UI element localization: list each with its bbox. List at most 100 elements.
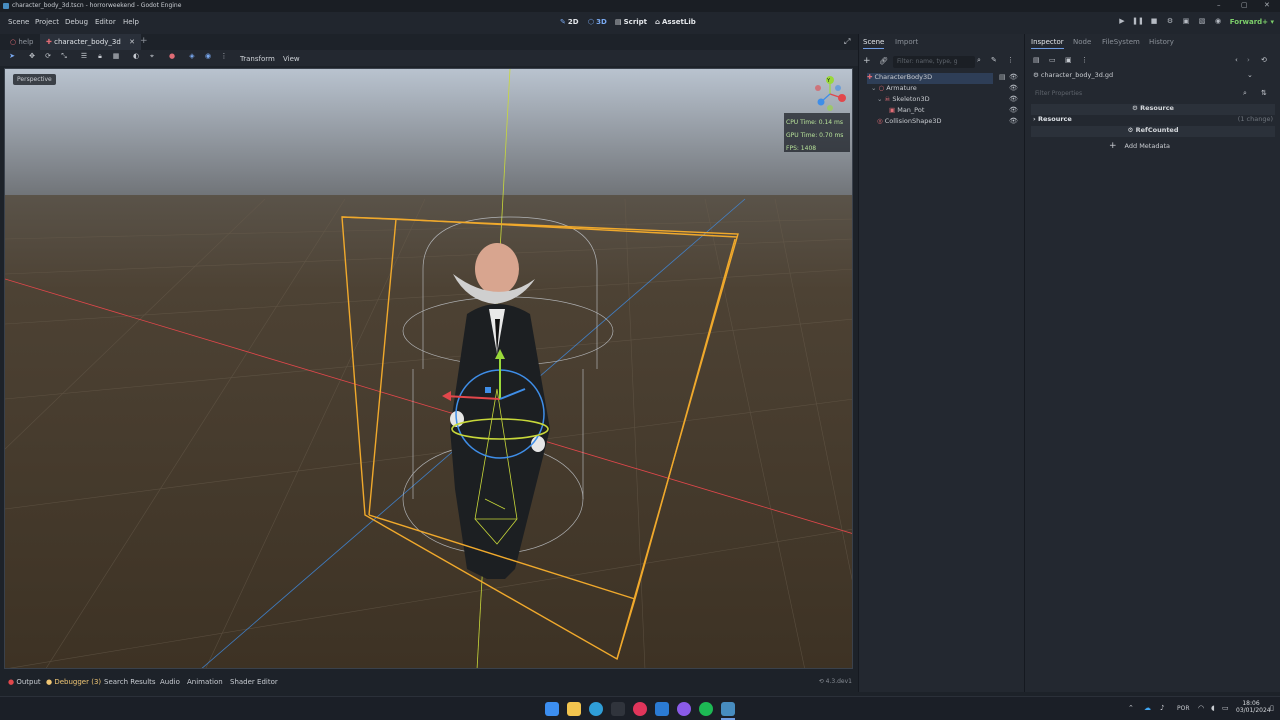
volume-icon[interactable]: ◖ <box>1211 704 1215 712</box>
tab-character-body-3d[interactable]: ✚ character_body_3d ✕ <box>40 34 141 50</box>
audio-tab[interactable]: Audio <box>160 678 180 686</box>
remote-debug-icon[interactable]: ⚙ <box>1164 17 1176 29</box>
environment-preview-icon[interactable]: ◈ <box>186 52 198 64</box>
tree-item-man-pot[interactable]: ▣ Man_Pot <box>889 106 924 117</box>
tab-scene[interactable]: Scene <box>863 38 885 49</box>
more-options-icon[interactable]: ⋮ <box>1007 56 1014 64</box>
distraction-free-icon[interactable]: ⤢ <box>838 34 856 50</box>
discord-icon[interactable] <box>677 702 691 716</box>
pause-icon[interactable]: ❚❚ <box>1132 17 1144 29</box>
output-tab[interactable]: ● Output <box>8 678 41 686</box>
snap-icon[interactable]: ⌖ <box>146 52 158 64</box>
wifi-icon[interactable]: ◠ <box>1198 704 1204 712</box>
play-custom-scene-icon[interactable]: ▧ <box>1196 17 1208 29</box>
app-icon[interactable] <box>633 702 647 716</box>
resource-section-header[interactable]: ⚙ Resource <box>1031 104 1275 115</box>
rotate-tool-icon[interactable]: ⟳ <box>42 52 54 64</box>
tree-item-collisionshape3d[interactable]: ◎ CollisionShape3D <box>877 117 941 128</box>
visibility-eye-icon[interactable]: 👁︎ <box>1009 73 1018 81</box>
lock-icon[interactable]: 🔒︎ <box>94 52 106 64</box>
transform-menu[interactable]: Transform <box>240 55 275 63</box>
search-results-tab[interactable]: Search Results <box>104 678 156 686</box>
spotify-icon[interactable] <box>699 702 713 716</box>
script-attach-icon[interactable]: ✎ <box>991 56 997 64</box>
add-node-icon[interactable]: + <box>863 56 871 66</box>
perspective-menu[interactable]: Perspective <box>13 74 56 85</box>
minimize-button[interactable]: – <box>1217 1 1221 9</box>
maximize-button[interactable]: ▢ <box>1241 1 1248 9</box>
play-scene-icon[interactable]: ▣ <box>1180 17 1192 29</box>
move-tool-icon[interactable]: ✥ <box>26 52 38 64</box>
more-options-icon[interactable]: ⋮ <box>218 52 230 64</box>
refcounted-section-header[interactable]: ⚙ RefCounted <box>1031 126 1275 137</box>
tab-inspector[interactable]: Inspector <box>1031 38 1064 49</box>
history-icon[interactable]: ⟲ <box>1261 56 1267 64</box>
tree-item-skeleton3d[interactable]: ⌄ ☠ Skeleton3D <box>877 95 930 106</box>
terminal-icon[interactable] <box>611 702 625 716</box>
battery-icon[interactable]: ▭ <box>1222 704 1229 712</box>
movie-maker-icon[interactable]: ◉ <box>1212 17 1224 29</box>
local-space-icon[interactable]: ◐ <box>130 52 142 64</box>
3d-viewport[interactable]: Y Perspective CPU Time: 0.14 ms GPU Time… <box>4 68 853 669</box>
script-icon[interactable]: ▤ <box>999 73 1006 81</box>
workspace-3d-button[interactable]: ⬡ 3D <box>588 18 607 26</box>
tab-import[interactable]: Import <box>895 38 918 46</box>
debugger-tab[interactable]: ● Debugger (3) <box>46 678 101 686</box>
more-options-icon[interactable]: ⋮ <box>1081 56 1088 64</box>
scene-filter-input[interactable]: Filter: name, type, g <box>893 56 975 68</box>
visibility-eye-icon[interactable]: 👁︎ <box>1009 106 1018 114</box>
forward-icon[interactable]: › <box>1247 56 1250 64</box>
link-icon[interactable]: 🔗︎ <box>879 57 888 65</box>
vscode-icon[interactable] <box>655 702 669 716</box>
godot-taskbar-icon[interactable] <box>721 702 735 716</box>
tree-item-characterbody3d[interactable]: ✚ CharacterBody3D <box>867 73 993 84</box>
menu-scene[interactable]: Scene <box>8 18 29 26</box>
resource-path[interactable]: ⚙ character_body_3d.gd <box>1033 71 1113 79</box>
view-menu[interactable]: View <box>283 55 300 63</box>
back-icon[interactable]: ‹ <box>1235 56 1238 64</box>
workspace-2d-button[interactable]: ✎ 2D <box>560 18 579 26</box>
list-select-icon[interactable]: ☰ <box>78 52 90 64</box>
search-icon[interactable]: ⌕ <box>977 56 981 65</box>
close-window-button[interactable]: ✕ <box>1264 1 1270 9</box>
sort-icon[interactable]: ⇅ <box>1261 89 1267 97</box>
search-icon[interactable]: ⌕ <box>1243 89 1247 98</box>
sun-preview-icon[interactable]: ● <box>166 52 178 64</box>
notification-icon[interactable]: ▯ <box>1270 704 1274 712</box>
visibility-eye-icon[interactable]: 👁︎ <box>1009 117 1018 125</box>
menu-help[interactable]: Help <box>123 18 139 26</box>
menu-project[interactable]: Project <box>35 18 59 26</box>
tab-history[interactable]: History <box>1149 38 1174 46</box>
microphone-icon[interactable]: ♪ <box>1160 704 1164 712</box>
workspace-assetlib-button[interactable]: ⌂ AssetLib <box>655 18 696 26</box>
visibility-eye-icon[interactable]: 👁︎ <box>1009 84 1018 92</box>
new-resource-icon[interactable]: ▤ <box>1033 56 1040 64</box>
clock[interactable]: 18:06 03/01/2024 <box>1236 700 1271 714</box>
menu-debug[interactable]: Debug <box>65 18 88 26</box>
file-explorer-icon[interactable] <box>567 702 581 716</box>
select-tool-icon[interactable]: ➤ <box>6 52 18 64</box>
renderer-selector[interactable]: Forward+ ▾ <box>1230 18 1274 26</box>
world-icon[interactable]: ◉ <box>202 52 214 64</box>
tab-filesystem[interactable]: FileSystem <box>1102 38 1140 46</box>
tree-item-armature[interactable]: ⌄ ○ Armature <box>871 84 917 95</box>
browser-icon[interactable] <box>589 702 603 716</box>
workspace-script-button[interactable]: ▤ Script <box>615 18 647 26</box>
windows-start-icon[interactable] <box>545 702 559 716</box>
language-indicator[interactable]: POR <box>1177 705 1190 712</box>
resource-property-row[interactable]: › Resource (1 change) <box>1033 115 1275 126</box>
add-metadata-button[interactable]: + Add Metadata <box>1109 141 1170 151</box>
chevron-down-icon[interactable]: ⌄ <box>1247 71 1253 79</box>
cloud-icon[interactable]: ☁ <box>1144 704 1151 712</box>
add-tab-icon[interactable]: + <box>134 34 154 50</box>
filter-properties-input[interactable]: Filter Properties <box>1031 88 1241 100</box>
group-icon[interactable]: ▦ <box>110 52 122 64</box>
visibility-eye-icon[interactable]: 👁︎ <box>1009 95 1018 103</box>
chevron-up-icon[interactable]: ⌃ <box>1128 704 1134 712</box>
play-icon[interactable]: ▶ <box>1116 17 1128 29</box>
tab-node[interactable]: Node <box>1073 38 1091 46</box>
animation-tab[interactable]: Animation <box>187 678 223 686</box>
scale-tool-icon[interactable]: ⤡ <box>58 52 70 64</box>
menu-editor[interactable]: Editor <box>95 18 116 26</box>
save-icon[interactable]: ▣ <box>1065 56 1072 64</box>
